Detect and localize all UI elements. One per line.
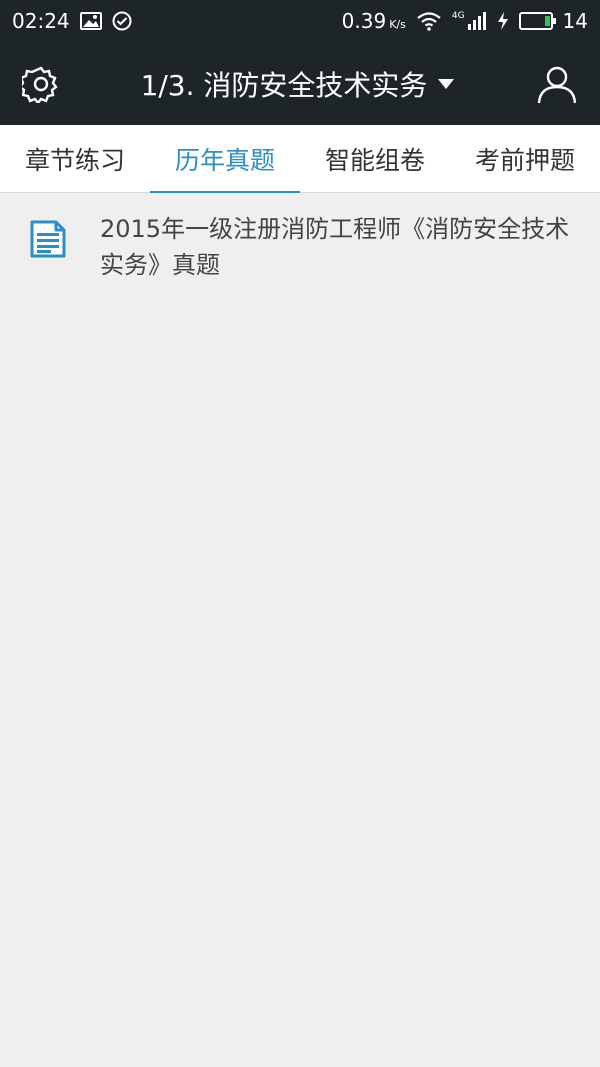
battery-level: 14 [562,9,588,33]
wifi-icon [416,11,442,31]
battery-icon [518,12,556,30]
network-speed: 0.39 K/s [342,9,406,33]
status-left: 02:24 [12,9,132,33]
signal-bars-icon [467,12,486,30]
settings-gear-icon[interactable] [22,65,60,103]
tab-pre-exam-predictions[interactable]: 考前押题 [450,125,600,192]
tab-smart-paper[interactable]: 智能组卷 [300,125,450,192]
tab-bar: 章节练习 历年真题 智能组卷 考前押题 [0,125,600,193]
check-circle-icon [112,11,132,31]
tab-chapter-practice[interactable]: 章节练习 [0,125,150,192]
signal-type-label: 4G [451,11,465,21]
exam-list: 2015年一级注册消防工程师《消防安全技术实务》真题 [0,193,600,291]
cellular-signal: 4G [452,11,487,31]
status-bar: 02:24 0.39 K/s 4G 14 [0,0,600,42]
network-speed-value: 0.39 [341,9,387,33]
subject-selector[interactable]: 1/3. 消防安全技术实务 [141,64,456,104]
list-item[interactable]: 2015年一级注册消防工程师《消防安全技术实务》真题 [0,211,600,291]
dropdown-triangle-icon [437,78,455,90]
network-speed-unit: K/s [389,18,406,31]
status-time: 02:24 [12,9,70,33]
user-profile-icon[interactable] [536,63,578,105]
list-item-title: 2015年一级注册消防工程师《消防安全技术实务》真题 [100,215,570,279]
image-notification-icon [79,12,102,30]
app-bar: 1/3. 消防安全技术实务 [0,42,600,125]
charging-bolt-icon [497,11,509,31]
battery: 14 [518,9,588,33]
tab-past-exams[interactable]: 历年真题 [150,125,300,193]
status-right: 0.39 K/s 4G 14 [342,9,588,33]
page-title: 1/3. 消防安全技术实务 [140,68,428,102]
document-icon [28,219,72,259]
top-bar: 02:24 0.39 K/s 4G 14 1/3. 消防安全技术实务 [0,0,600,125]
